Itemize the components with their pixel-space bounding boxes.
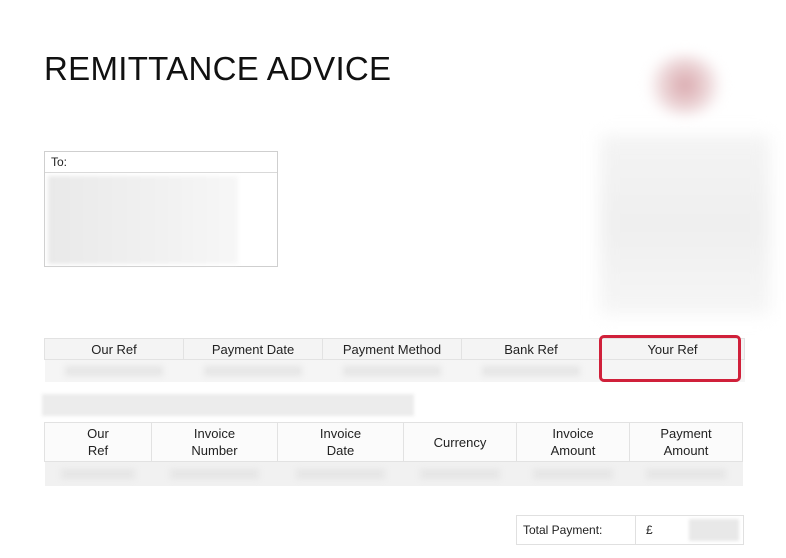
total-payment-row: Total Payment: £ (516, 515, 744, 545)
recipient-address-redacted (48, 176, 238, 264)
cell-our-ref-redacted (44, 359, 184, 382)
header-our-ref: Our Ref (44, 338, 184, 360)
company-address-redacted (600, 135, 770, 315)
cell-bank-ref-redacted (461, 359, 601, 382)
table-header-row: Our Ref Invoice Number Invoice Date Currenc… (44, 422, 743, 462)
recipient-box: To: (44, 151, 278, 267)
invoice-table: Our Ref Invoice Number Invoice Date Currenc… (44, 422, 743, 486)
cell-redacted (516, 461, 630, 486)
header-payment-date: Payment Date (183, 338, 323, 360)
page-title: REMITTANCE ADVICE (44, 50, 392, 87)
header-currency: Currency (403, 422, 517, 462)
cell-redacted (629, 461, 743, 486)
cell-payment-method-redacted (322, 359, 462, 382)
table-row (44, 461, 743, 486)
currency-symbol: £ (646, 523, 653, 537)
cell-payment-date-redacted (183, 359, 323, 382)
to-label: To: (45, 152, 277, 173)
header-payment-method: Payment Method (322, 338, 462, 360)
header-payment-amount: Payment Amount (629, 422, 743, 462)
redacted-text-bar (42, 394, 414, 416)
company-logo-redacted (645, 55, 725, 115)
cell-redacted (44, 461, 152, 486)
total-amount-redacted (689, 519, 739, 541)
total-payment-label: Total Payment: (517, 516, 636, 544)
cell-redacted (151, 461, 278, 486)
your-ref-highlight-box (599, 335, 741, 382)
cell-redacted (403, 461, 517, 486)
cell-redacted (277, 461, 404, 486)
header-invoice-number: Invoice Number (151, 422, 278, 462)
header-invoice-amount: Invoice Amount (516, 422, 630, 462)
header-our-ref: Our Ref (44, 422, 152, 462)
header-invoice-date: Invoice Date (277, 422, 404, 462)
header-bank-ref: Bank Ref (461, 338, 601, 360)
